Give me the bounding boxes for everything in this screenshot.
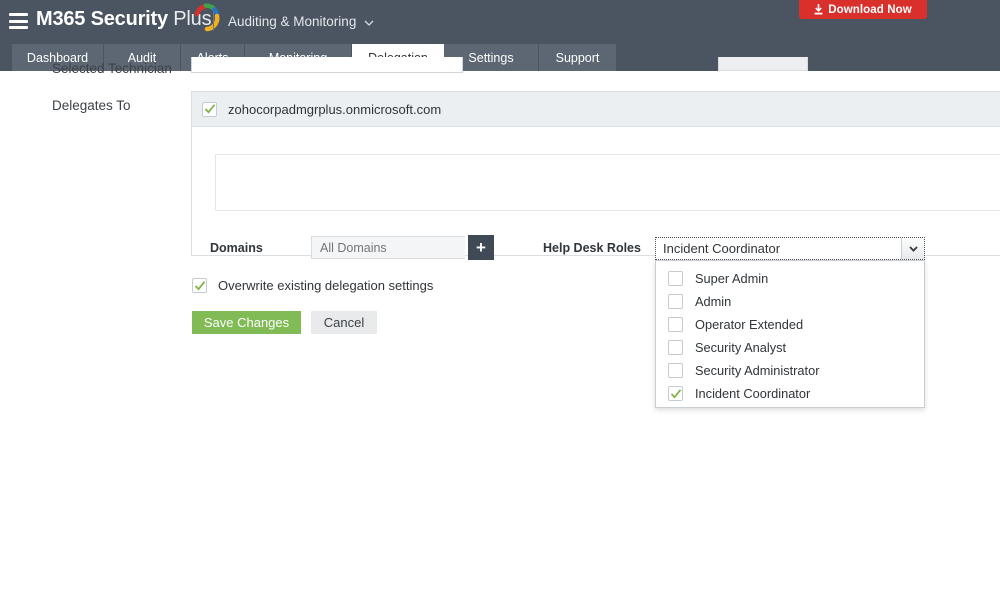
role-option-checkbox[interactable] bbox=[668, 386, 683, 401]
role-option-checkbox[interactable] bbox=[668, 363, 683, 378]
help-desk-roles-option-list[interactable]: Super Admin Admin Operator Extended Securit… bbox=[655, 260, 925, 408]
role-option-label: Security Administrator bbox=[695, 363, 820, 378]
save-changes-button[interactable]: Save Changes bbox=[192, 311, 301, 334]
role-option[interactable]: Security Administrator bbox=[656, 359, 924, 382]
role-option-label: Operator Extended bbox=[695, 317, 804, 332]
help-desk-roles-selected-value: Incident Coordinator bbox=[663, 241, 781, 256]
selected-technician-aux-button[interactable] bbox=[718, 57, 808, 71]
overwrite-label: Overwrite existing delegation settings bbox=[218, 278, 434, 293]
domains-input[interactable] bbox=[311, 236, 465, 259]
role-option-checkbox[interactable] bbox=[668, 340, 683, 355]
help-desk-roles-select[interactable]: Incident Coordinator bbox=[655, 237, 925, 260]
help-desk-roles-label: Help Desk Roles bbox=[543, 241, 641, 255]
tenant-row: zohocorpadmgrplus.onmicrosoft.com bbox=[192, 92, 1000, 127]
role-option-label: Admin bbox=[695, 294, 732, 309]
role-option-checkbox[interactable] bbox=[668, 294, 683, 309]
chevron-down-icon[interactable] bbox=[364, 18, 374, 27]
delegation-panel: zohocorpadmgrplus.onmicrosoft.com bbox=[191, 91, 1000, 256]
role-option-label: Incident Coordinator bbox=[695, 386, 811, 401]
role-option-checkbox[interactable] bbox=[668, 317, 683, 332]
chevron-down-icon[interactable] bbox=[901, 238, 924, 259]
role-option[interactable]: Incident Coordinator bbox=[656, 382, 924, 405]
app-header: M365 Security Plus Auditing & Monitoring bbox=[0, 0, 1000, 44]
role-option[interactable]: Admin bbox=[656, 290, 924, 313]
domains-label: Domains bbox=[210, 241, 263, 255]
logo-swoosh-icon bbox=[194, 3, 220, 32]
module-selector-label: Auditing & Monitoring bbox=[228, 14, 357, 29]
delegates-to-label: Delegates To bbox=[52, 98, 131, 113]
role-option-label: Security Analyst bbox=[695, 340, 787, 355]
header-divider bbox=[213, 12, 214, 31]
selected-technician-input[interactable] bbox=[191, 57, 463, 73]
selected-technician-label: Selected Technician bbox=[52, 61, 172, 76]
hamburger-icon[interactable] bbox=[9, 13, 28, 29]
page-content: Selected Technician Delegates To zohocor… bbox=[0, 57, 1000, 606]
overwrite-row[interactable]: Overwrite existing delegation settings bbox=[192, 278, 433, 293]
tenant-domain-label: zohocorpadmgrplus.onmicrosoft.com bbox=[228, 101, 442, 117]
download-now-label: Download Now bbox=[828, 3, 912, 16]
role-option[interactable]: Security Analyst bbox=[656, 336, 924, 359]
role-option-checkbox[interactable] bbox=[668, 271, 683, 286]
plus-icon[interactable]: + bbox=[468, 235, 494, 260]
overwrite-checkbox[interactable] bbox=[192, 278, 207, 293]
cancel-button[interactable]: Cancel bbox=[311, 311, 377, 334]
tenant-checkbox[interactable] bbox=[202, 101, 217, 117]
delegation-settings-box bbox=[215, 154, 1000, 211]
brand-name-bold: M365 Security bbox=[36, 8, 168, 30]
tab-support[interactable]: Support bbox=[539, 44, 617, 71]
module-selector[interactable]: Auditing & Monitoring bbox=[228, 14, 356, 29]
role-option[interactable]: Super Admin bbox=[656, 267, 924, 290]
download-icon bbox=[814, 4, 823, 15]
role-option-label: Super Admin bbox=[695, 271, 769, 286]
download-now-button[interactable]: Download Now bbox=[799, 0, 927, 19]
app-brand: M365 Security Plus bbox=[36, 8, 212, 31]
app-window: M365 Security Plus Auditing & Monitoring bbox=[0, 0, 1000, 606]
role-option[interactable]: Operator Extended bbox=[656, 313, 924, 336]
